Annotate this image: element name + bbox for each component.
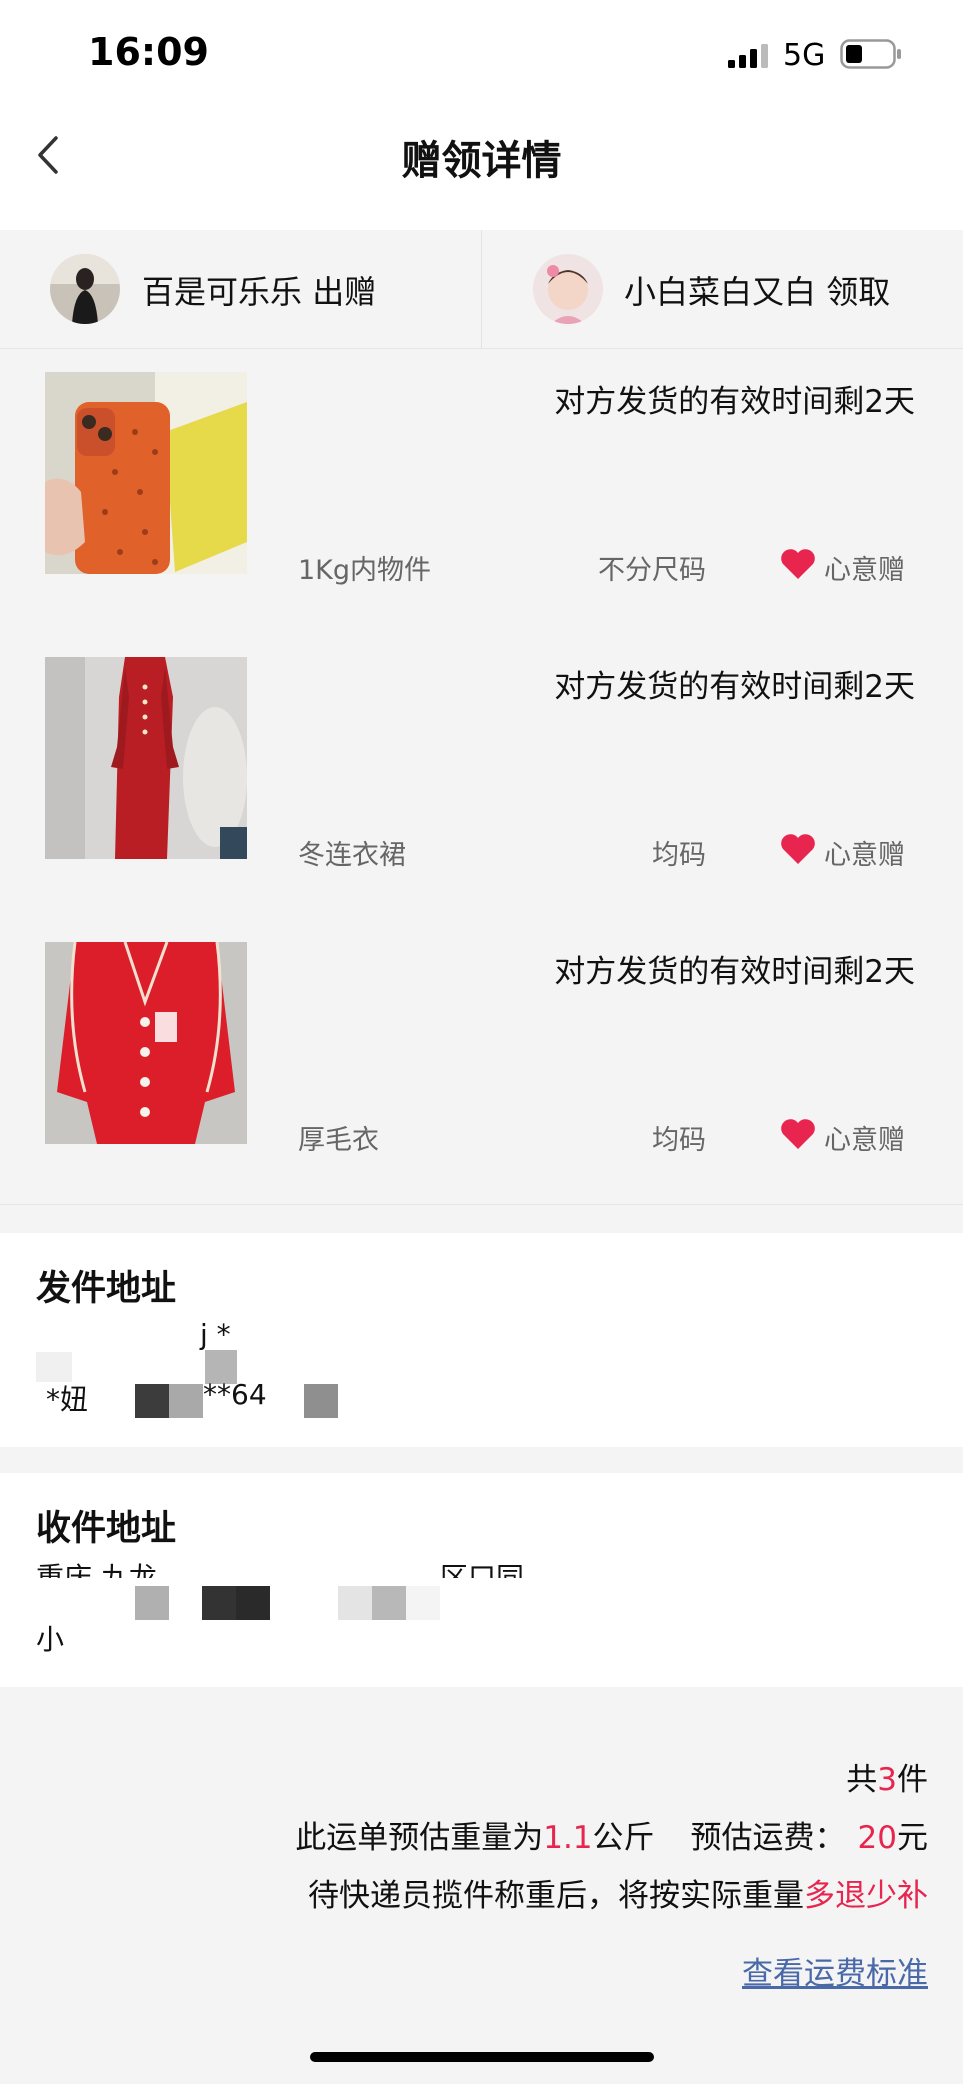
giver-action: 出赠: [312, 273, 377, 311]
redaction-block: [135, 1384, 169, 1418]
count-prefix: 共: [846, 1762, 878, 1798]
gift-type: 心意赠: [824, 840, 905, 871]
receiver-address-line2: 小: [36, 1623, 65, 1656]
item-name: 1Kg内物件: [298, 555, 432, 586]
shipping-fee-standard-link[interactable]: 查看运费标准: [742, 1948, 928, 1993]
receiver-address-line1-tail: 区口同: [440, 1561, 525, 1578]
redaction-block: [338, 1586, 372, 1620]
redaction-block: [304, 1384, 338, 1418]
redaction-block: [169, 1384, 203, 1418]
page-title: 赠领详情: [401, 138, 562, 184]
receiver-address-line1: 重庆 九龙: [36, 1561, 157, 1578]
count-value: 3: [877, 1762, 897, 1798]
heart-icon: [781, 1119, 815, 1149]
home-indicator[interactable]: [310, 2052, 654, 2062]
item-image-phone-case[interactable]: [45, 372, 247, 574]
item-image-red-dress[interactable]: [45, 657, 247, 859]
item-size: 不分尺码: [598, 555, 706, 586]
users-divider: [481, 230, 482, 348]
weight-and-fee: 此运单预估重量为1.1公斤 预估运费： 20元: [295, 1812, 928, 1857]
sender-address-line1: j *: [200, 1318, 231, 1351]
sender-address-line2-suffix: **64: [203, 1378, 267, 1411]
gift-type: 心意赠: [824, 555, 905, 586]
item-name: 冬连衣裙: [298, 840, 406, 871]
redaction-block: [236, 1586, 270, 1620]
redaction-block: [135, 1586, 169, 1620]
item-name: 厚毛衣: [298, 1125, 379, 1156]
fee-unit: 元: [897, 1820, 928, 1856]
weight-note: 待快递员揽件称重后，将按实际重量多退少补: [308, 1870, 928, 1915]
giver-name: 百是可乐乐: [142, 273, 303, 311]
giver-avatar[interactable]: [50, 254, 120, 324]
shipping-deadline: 对方发货的有效时间剩2天: [554, 384, 915, 420]
status-time: 16:09: [88, 30, 209, 74]
fee-label: 预估运费：: [690, 1820, 846, 1856]
count-suffix: 件: [897, 1762, 928, 1798]
receiver-action: 领取: [826, 273, 891, 311]
fee-value: 20: [857, 1820, 897, 1856]
shipping-deadline: 对方发货的有效时间剩2天: [554, 669, 915, 705]
note-prefix: 待快递员揽件称重后，将按实际重量: [308, 1878, 804, 1914]
redaction-block: [372, 1586, 406, 1620]
redaction-block: [202, 1586, 236, 1620]
receiver-label: 小白菜白又白 领取: [624, 267, 890, 313]
weight-value: 1.1: [543, 1820, 593, 1856]
weight-unit: 公斤: [592, 1820, 655, 1856]
sender-address-line2-prefix: *妞: [46, 1383, 89, 1416]
gift-type: 心意赠: [824, 1125, 905, 1156]
item-count: 共3件: [846, 1754, 928, 1799]
receiver-name: 小白菜白又白: [624, 273, 817, 311]
item-image-red-sweater[interactable]: [45, 942, 247, 1144]
note-highlight: 多退少补: [804, 1878, 928, 1914]
giver-label: 百是可乐乐 出赠: [142, 267, 376, 313]
signal-icon: [728, 44, 768, 68]
network-type: 5G: [783, 38, 826, 73]
battery-icon: [840, 39, 901, 69]
sender-address-title: 发件地址: [36, 1269, 177, 1309]
receiver-address-title: 收件地址: [36, 1509, 177, 1549]
weight-prefix: 此运单预估重量为: [295, 1820, 544, 1856]
heart-icon: [781, 549, 815, 579]
item-size: 均码: [652, 1125, 706, 1156]
receiver-avatar[interactable]: [533, 254, 603, 324]
redaction-block: [406, 1586, 440, 1620]
heart-icon: [781, 834, 815, 864]
item-size: 均码: [652, 840, 706, 871]
shipping-deadline: 对方发货的有效时间剩2天: [554, 954, 915, 990]
